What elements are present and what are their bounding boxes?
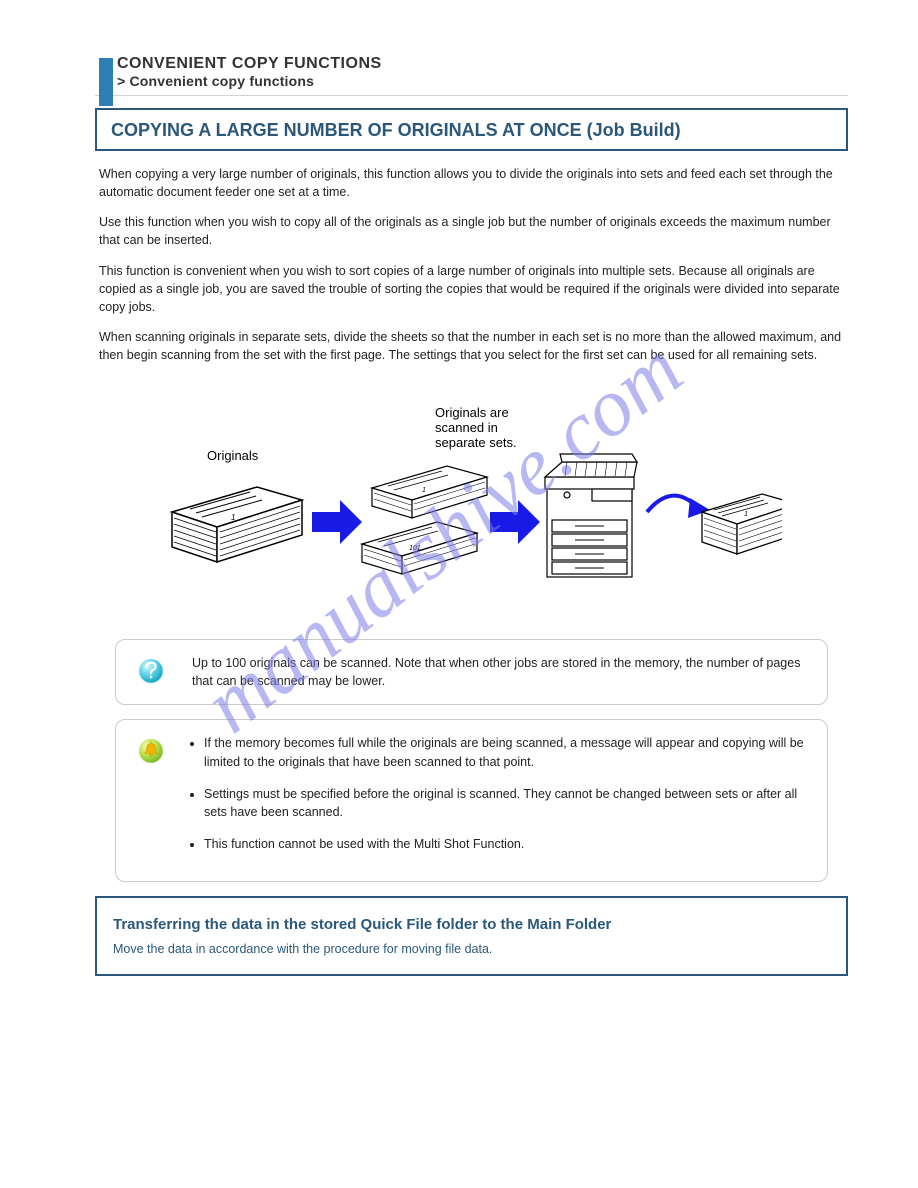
svg-text:1: 1 [231, 513, 235, 522]
svg-text:101: 101 [409, 545, 421, 552]
accent-bar [99, 58, 113, 106]
arrow-icon [312, 500, 362, 544]
notes-box: If the memory becomes full while the ori… [115, 719, 828, 882]
figure-label-scanned: Originals are scanned in separate sets. [435, 405, 517, 450]
stack-output-icon: 1 [702, 494, 782, 554]
header-divider [95, 95, 848, 96]
list-item: Settings must be specified before the or… [204, 785, 811, 821]
section-title: COPYING A LARGE NUMBER OF ORIGINALS AT O… [95, 108, 848, 151]
paragraph: When copying a very large number of orig… [99, 165, 844, 201]
svg-text:1: 1 [744, 511, 748, 518]
paragraph: When scanning originals in separate sets… [99, 328, 844, 364]
bell-icon [136, 736, 166, 766]
notes-list: If the memory becomes full while the ori… [204, 734, 811, 853]
stack-1-icon: 1 [172, 487, 302, 562]
help-icon [136, 656, 166, 686]
svg-text:1: 1 [422, 487, 426, 494]
figure-label-originals: Originals [207, 448, 259, 463]
list-item: If the memory becomes full while the ori… [204, 734, 811, 770]
info-box: Up to 100 originals can be scanned. Note… [115, 639, 828, 705]
paragraph: Use this function when you wish to copy … [99, 213, 844, 249]
list-item: This function cannot be used with the Mu… [204, 835, 811, 853]
footer-box: Transferring the data in the stored Quic… [95, 896, 848, 976]
footer-title: Transferring the data in the stored Quic… [113, 914, 830, 936]
job-build-figure: Originals Originals are scanned in separ… [162, 392, 782, 617]
stack-2-icon: 1 101 [362, 466, 487, 574]
arrow-icon [490, 500, 540, 544]
page-header: CONVENIENT COPY FUNCTIONS > Convenient c… [95, 55, 848, 89]
header-line1: CONVENIENT COPY FUNCTIONS [117, 55, 848, 73]
info-text: Up to 100 originals can be scanned. Note… [132, 654, 811, 690]
page: CONVENIENT COPY FUNCTIONS > Convenient c… [0, 0, 918, 1036]
paragraph: This function is convenient when you wis… [99, 262, 844, 316]
footer-subtext: Move the data in accordance with the pro… [113, 940, 830, 958]
header-line2: > Convenient copy functions [117, 73, 848, 89]
curved-arrow-icon [647, 496, 710, 518]
copier-icon [545, 454, 637, 577]
